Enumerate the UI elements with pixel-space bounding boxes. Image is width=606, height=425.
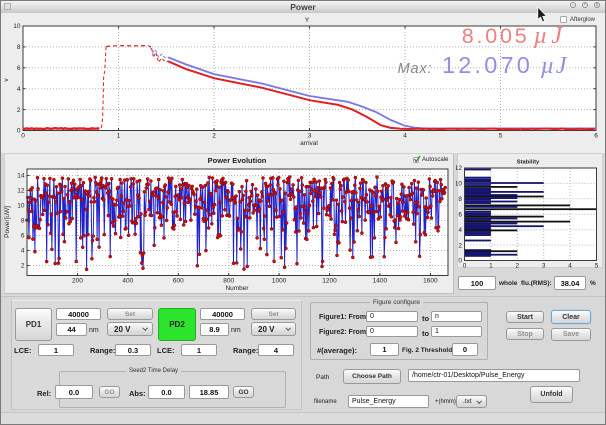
svg-text:2: 2 [17,107,21,114]
svg-text:Stability: Stability [517,160,540,166]
svg-text:6: 6 [458,212,462,219]
svg-text:6: 6 [21,233,25,240]
svg-text:12: 12 [17,188,25,195]
svg-text:Power Evolution: Power Evolution [208,156,267,165]
svg-text:800: 800 [223,278,234,285]
svg-text:4: 4 [21,248,25,255]
svg-text:arrival: arrival [300,140,318,147]
svg-text:600: 600 [173,278,184,285]
svg-text:10: 10 [17,203,25,210]
svg-text:0: 0 [21,133,25,140]
svg-text:0: 0 [17,128,21,135]
svg-text:400: 400 [122,278,133,285]
svg-text:5: 5 [499,133,503,140]
svg-text:12: 12 [456,165,462,172]
svg-text:0: 0 [463,263,467,270]
svg-text:Power[uW]: Power[uW] [4,206,11,238]
svg-text:1: 1 [489,263,493,270]
svg-text:1600: 1600 [423,278,438,285]
svg-text:4: 4 [568,263,572,270]
svg-text:4: 4 [17,86,21,93]
svg-text:1200: 1200 [322,278,337,285]
svg-text:0: 0 [458,258,462,265]
svg-text:8: 8 [458,196,462,203]
svg-text:2: 2 [515,263,519,270]
svg-text:2: 2 [21,263,25,270]
svg-text:2: 2 [212,133,216,140]
svg-text:1: 1 [117,133,121,140]
svg-text:3: 3 [542,263,546,270]
svg-text:8: 8 [21,218,25,225]
svg-text:14: 14 [17,173,25,180]
svg-text:200: 200 [72,278,83,285]
svg-text:1400: 1400 [373,278,388,285]
svg-text:4: 4 [458,227,462,234]
svg-text:Number: Number [225,285,249,292]
svg-text:6: 6 [594,133,598,140]
svg-text:1000: 1000 [272,278,287,285]
svg-text:4: 4 [403,133,407,140]
svg-text:5: 5 [595,263,599,270]
svg-text:10: 10 [456,181,462,188]
svg-text:3: 3 [308,133,312,140]
svg-text:2: 2 [458,242,462,249]
